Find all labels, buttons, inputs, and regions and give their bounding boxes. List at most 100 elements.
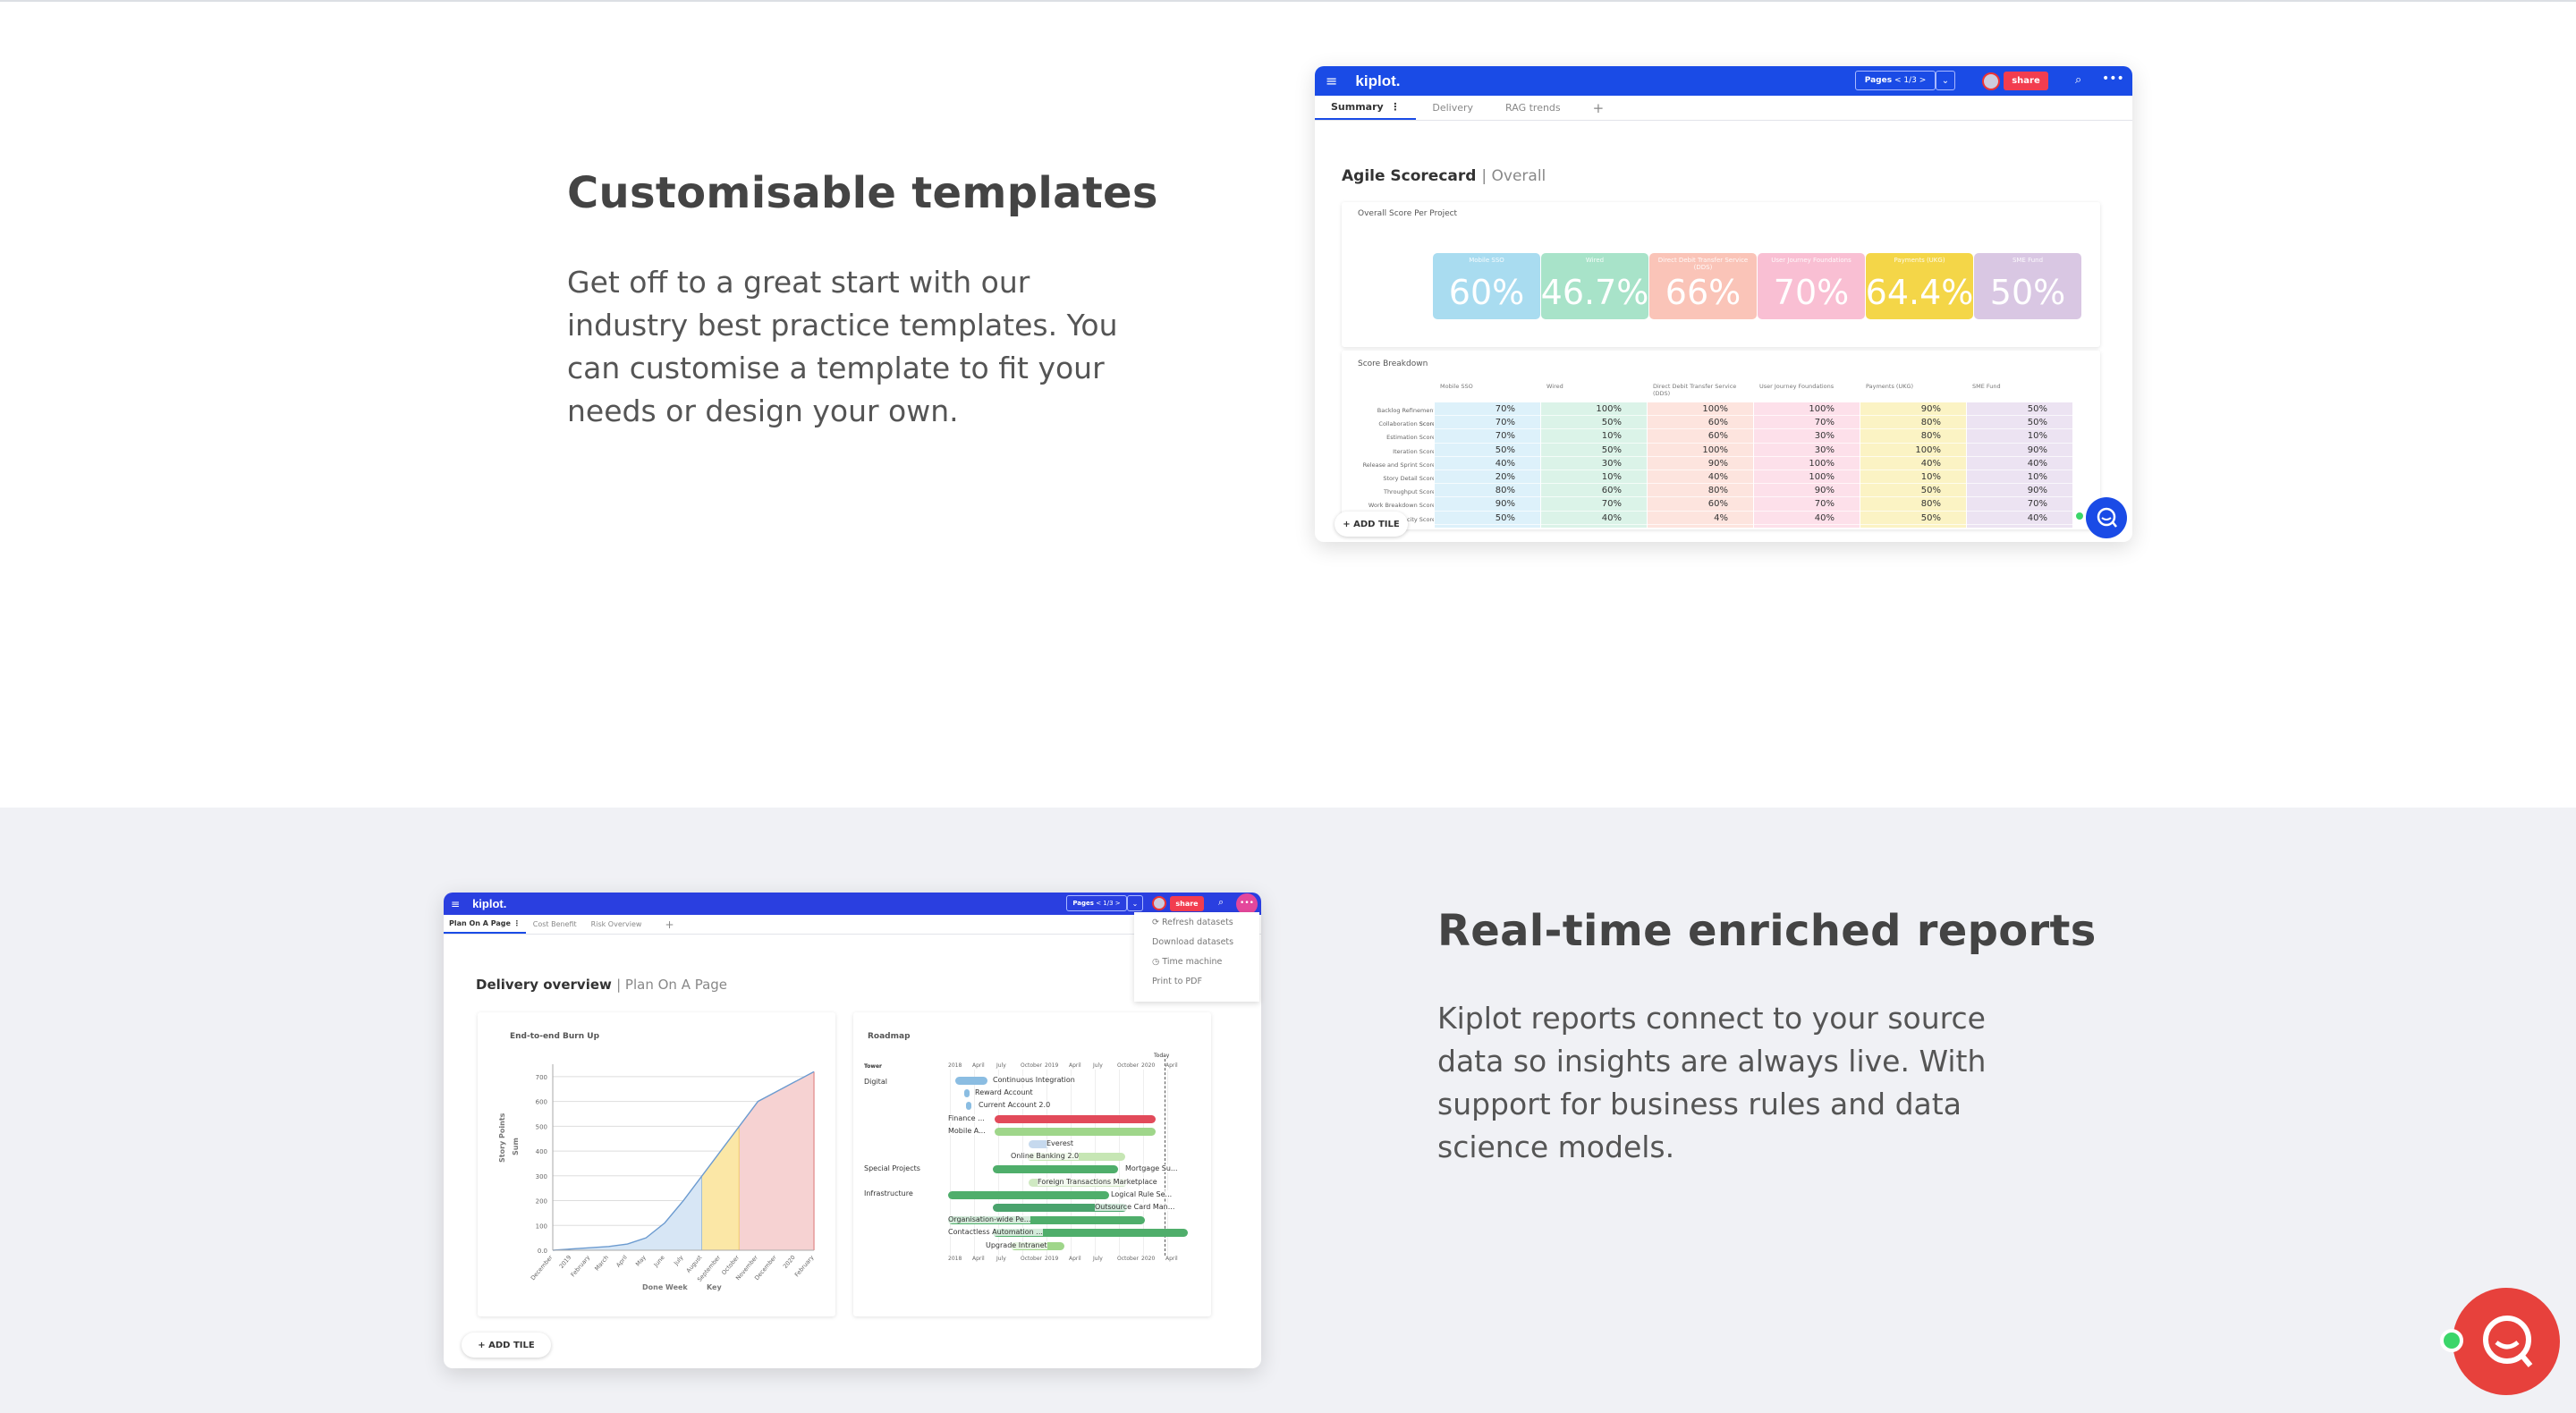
- tab-risk-overview[interactable]: Risk Overview: [584, 915, 649, 934]
- table-cell: 100%: [1860, 444, 1966, 457]
- row-label: Collaboration Score: [1378, 420, 1436, 428]
- table-cell: 50%: [1860, 484, 1966, 498]
- table-cell: 50%: [1967, 416, 2072, 430]
- menu-icon[interactable]: ≡: [451, 898, 460, 910]
- timeline-tick: April: [1165, 1256, 1178, 1262]
- row-label: Estimation Score: [1386, 434, 1436, 442]
- row-label: Release and Sprint Score: [1362, 461, 1436, 469]
- chevron-down-icon[interactable]: ⌄: [1936, 71, 1955, 90]
- column-header: SME Fund: [1972, 383, 2001, 390]
- table-column: 70% 70% 70% 50% 40% 20% 80% 90% 50%: [1434, 402, 1540, 528]
- table-cell: 30%: [1541, 457, 1647, 470]
- score-card: Wired 46.7%: [1541, 253, 1648, 319]
- roadmap-item-label: Continuous Integration: [993, 1076, 1075, 1084]
- avatar[interactable]: [1152, 896, 1166, 910]
- chat-launcher-icon[interactable]: [2453, 1288, 2560, 1395]
- table-cell: 90%: [1435, 497, 1540, 512]
- table-cell: 20%: [1435, 470, 1540, 485]
- table-cell: 70%: [1754, 497, 1860, 512]
- chat-icon[interactable]: [2086, 497, 2127, 538]
- x-tick-label: August: [685, 1254, 704, 1274]
- chevron-down-icon[interactable]: ⌄: [1127, 895, 1143, 911]
- x-tick-label: June: [652, 1254, 666, 1269]
- timeline-tick: April: [1069, 1062, 1081, 1069]
- x-tick-label: February: [570, 1254, 592, 1278]
- menu-item-download[interactable]: Download datasets: [1134, 932, 1259, 952]
- today-label: Today: [1154, 1053, 1170, 1059]
- menu-item-print[interactable]: Print to PDF: [1134, 971, 1259, 991]
- roadmap-item-label: Mobile A...: [948, 1126, 986, 1135]
- table-cell: 40%: [1967, 457, 2072, 470]
- avatar[interactable]: [1982, 72, 2000, 90]
- timeline-tick: 2019: [1045, 1062, 1059, 1069]
- row-label: Backlog Refinement Score: [1377, 407, 1436, 427]
- score-card-label: SME Fund: [2012, 257, 2044, 264]
- roadmap-item-label: Current Account 2.0: [979, 1101, 1051, 1110]
- y-axis-label-2: Sum: [512, 1138, 520, 1155]
- row-label: Throughput Score: [1383, 488, 1436, 496]
- add-tab-button[interactable]: +: [648, 915, 690, 934]
- table-cell: 40%: [1860, 457, 1966, 470]
- area-segment: [553, 1175, 702, 1250]
- tab-delivery[interactable]: Delivery: [1416, 96, 1489, 120]
- share-button[interactable]: share: [1170, 896, 1204, 911]
- table-cell: 40%: [1541, 512, 1647, 525]
- add-tile-button[interactable]: + ADD TILE: [462, 1333, 551, 1358]
- menu-item-refresh[interactable]: ⟳ Refresh datasets: [1134, 912, 1259, 932]
- timeline-gridline: [1071, 1070, 1072, 1256]
- column-header: Mobile SSO: [1440, 383, 1473, 390]
- online-status-dot: [2073, 510, 2086, 522]
- section-templates: Customisable templates Get off to a grea…: [0, 0, 2576, 808]
- score-card-value: 50%: [1989, 273, 2066, 312]
- table-cell: 30%: [1754, 444, 1860, 457]
- tab-rag-trends[interactable]: RAG trends: [1489, 96, 1577, 120]
- search-icon[interactable]: ⌕: [1218, 896, 1224, 909]
- add-tile-button[interactable]: + ADD TILE: [1335, 512, 1408, 537]
- tab-plan-on-a-page[interactable]: Plan On A Page ⋮: [444, 915, 526, 934]
- timeline-gridline: [1095, 1070, 1096, 1256]
- table-cell: 50%: [1541, 416, 1647, 430]
- timeline-tick: April: [972, 1062, 985, 1069]
- timeline-tick: October: [1117, 1062, 1140, 1069]
- roadmap-item-label: Outsource Card Man...: [1095, 1203, 1175, 1211]
- roadmap-item-label: Reward Account: [975, 1088, 1033, 1097]
- more-icon[interactable]: •••: [2102, 72, 2124, 86]
- timeline-tick: April: [1069, 1256, 1081, 1262]
- add-tab-button[interactable]: +: [1577, 96, 1621, 120]
- share-button[interactable]: share: [2004, 72, 2048, 90]
- table-cell: 40%: [1967, 512, 2072, 525]
- roadmap-group: Infrastructure: [864, 1189, 913, 1197]
- pages-selector[interactable]: Pages < 1/3 >: [1855, 71, 1936, 90]
- section-heading: Real-time enriched reports: [1437, 906, 2097, 956]
- menu-icon[interactable]: ≡: [1326, 72, 1337, 89]
- section-body: Get off to a great start with our indust…: [567, 265, 1118, 428]
- table-cell: 70%: [1435, 416, 1540, 430]
- table-cell: 60%: [1541, 484, 1647, 498]
- table-cell: 90%: [1860, 402, 1966, 417]
- table-cell: 50%: [1435, 512, 1540, 525]
- search-icon[interactable]: ⌕: [2075, 73, 2081, 87]
- roadmap-bar: [993, 1165, 1118, 1174]
- table-cell: 80%: [1860, 429, 1966, 444]
- table-column: 90% 80% 80% 100% 40% 10% 50% 80% 50%: [1860, 402, 1966, 528]
- report-title: Delivery overview | Plan On A Page: [476, 977, 728, 993]
- roadmap-tower-label: Tower: [864, 1063, 882, 1070]
- table-cell: 60%: [1648, 497, 1753, 512]
- timeline-gridline: [1046, 1070, 1047, 1256]
- row-label: Story Detail Score: [1383, 474, 1436, 482]
- report-title: Agile Scorecard | Overall: [1342, 167, 1546, 185]
- table-cell: 4%: [1648, 512, 1753, 525]
- x-tick-label: March: [593, 1254, 610, 1272]
- menu-item-time-machine[interactable]: ◷ Time machine: [1134, 952, 1259, 971]
- tab-cost-benefit[interactable]: Cost Benefit: [526, 915, 584, 934]
- score-card: User Journey Foundations 70%: [1758, 253, 1865, 319]
- table-cell: 90%: [1648, 457, 1753, 470]
- y-axis-label: Story Points: [498, 1113, 506, 1163]
- tab-summary[interactable]: Summary ⋮: [1315, 96, 1417, 120]
- timeline-tick: 2018: [948, 1062, 962, 1069]
- x-axis-label: Done Week: [642, 1283, 688, 1291]
- pages-selector[interactable]: Pages < 1/3 >: [1066, 895, 1127, 911]
- score-card-value: 70%: [1773, 273, 1850, 312]
- roadmap-item-label: Online Banking 2.0: [1011, 1152, 1080, 1161]
- x-tick-label: 2019: [558, 1254, 573, 1270]
